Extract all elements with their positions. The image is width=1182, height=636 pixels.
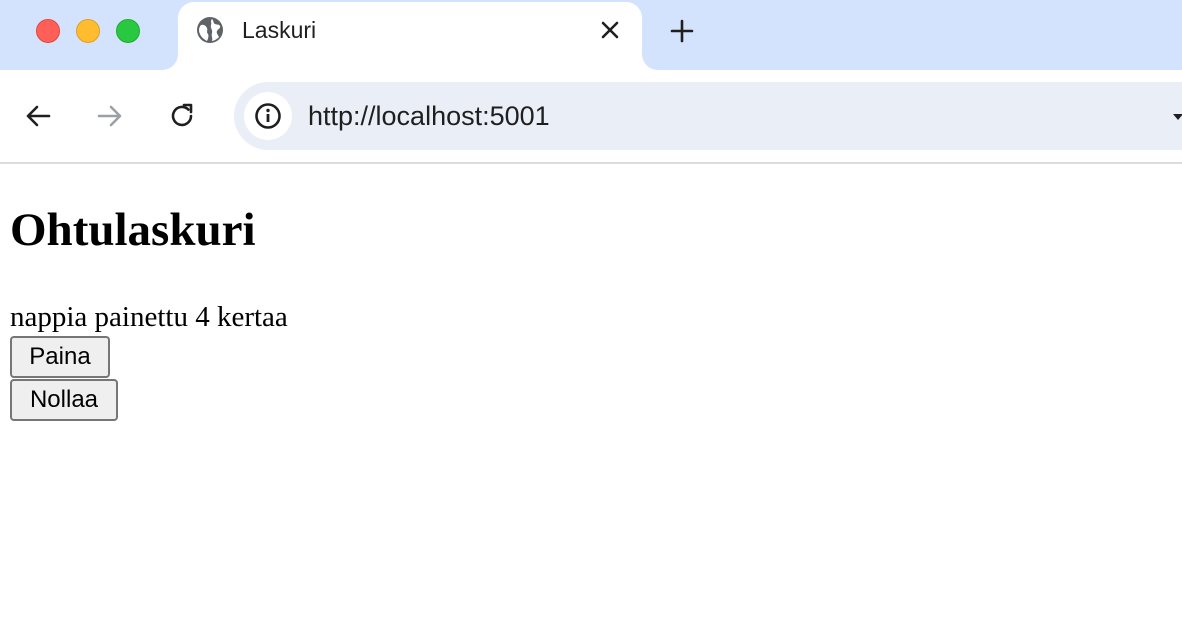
tab-laskuri[interactable]: Laskuri	[178, 2, 642, 70]
window-close-button[interactable]	[36, 19, 60, 43]
info-icon[interactable]	[244, 92, 292, 140]
arrow-left-icon[interactable]	[22, 100, 54, 132]
chevron-down-icon[interactable]	[1172, 110, 1182, 122]
arrow-right-icon[interactable]	[94, 100, 126, 132]
tab-title: Laskuri	[242, 17, 317, 43]
url-text[interactable]: http://localhost:5001	[308, 100, 550, 132]
page-title: Ohtulaskuri	[10, 204, 256, 256]
reload-icon[interactable]	[166, 100, 198, 132]
globe-icon	[196, 16, 224, 44]
window-maximize-button[interactable]	[116, 19, 140, 43]
plus-icon[interactable]	[668, 17, 696, 45]
close-icon[interactable]	[598, 18, 622, 42]
window-minimize-button[interactable]	[76, 19, 100, 43]
page-content: Ohtulaskuri nappia painettu 4 kertaa Pai…	[0, 164, 1182, 636]
counter-text: nappia painettu 4 kertaa	[10, 301, 288, 333]
browser-toolbar: http://localhost:5001	[0, 70, 1182, 164]
paina-button[interactable]: Paina	[10, 336, 110, 378]
address-bar[interactable]: http://localhost:5001	[234, 82, 1182, 150]
tab-strip: Laskuri	[0, 0, 1182, 70]
browser-window: Laskuri http://localhost:5001 Ohtulaskur…	[0, 0, 1182, 636]
nollaa-button[interactable]: Nollaa	[10, 379, 118, 421]
